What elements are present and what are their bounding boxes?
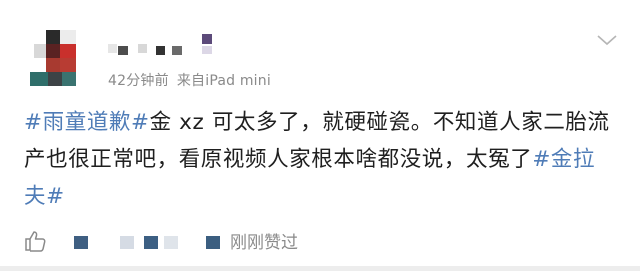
liker-avatar[interactable]	[120, 236, 134, 249]
post-text: #雨童道歉#金 xz 可太多了，就硬碰瓷。不知道人家二胎流产也很正常吧，看原视频…	[24, 104, 616, 215]
avatar[interactable]	[30, 30, 80, 88]
thumbs-up-icon[interactable]	[24, 230, 48, 252]
liker-avatar[interactable]	[144, 236, 158, 249]
post-source[interactable]: 来自iPad mini	[177, 73, 271, 89]
card-divider	[0, 266, 640, 271]
liked-status-text: 刚刚赞过	[230, 233, 298, 253]
liker-avatar[interactable]	[164, 236, 178, 249]
username-censored[interactable]	[100, 26, 230, 62]
liker-avatar[interactable]	[74, 236, 88, 249]
like-bar: 刚刚赞过	[20, 226, 620, 256]
post-time: 42分钟前	[108, 73, 169, 89]
chevron-down-icon[interactable]	[596, 30, 618, 50]
hashtag-link[interactable]: #雨童道歉#	[24, 110, 150, 135]
liker-avatar[interactable]	[206, 236, 220, 249]
post-meta: 42分钟前 来自iPad mini	[108, 70, 271, 90]
post-card: 42分钟前 来自iPad mini #雨童道歉#金 xz 可太多了，就硬碰瓷。不知…	[0, 0, 640, 266]
